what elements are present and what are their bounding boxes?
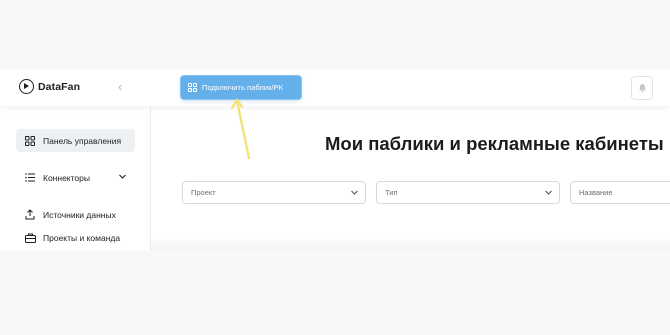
- main-content: Мои паблики и рекламные кабинеты Проект …: [151, 106, 670, 250]
- chevron-down-icon: [351, 190, 358, 195]
- select-placeholder: Проект: [191, 188, 216, 197]
- logo[interactable]: DataFan: [19, 79, 80, 94]
- chevron-down-icon[interactable]: [118, 172, 127, 181]
- sidebar-item-projects-team[interactable]: Проекты и команда: [16, 226, 135, 249]
- select-placeholder: Тип: [385, 188, 398, 197]
- chevron-down-icon: [545, 190, 552, 195]
- sidebar-item-label: Источники данных: [43, 209, 116, 220]
- datafan-logo-icon: [19, 79, 34, 94]
- logo-text: DataFan: [38, 80, 81, 93]
- input-placeholder: Название: [579, 188, 613, 197]
- name-filter-input[interactable]: Название: [570, 181, 670, 204]
- connect-public-button-label: Подключить паблик/РК: [202, 83, 283, 92]
- app-window: DataFan ‹ Подключить паблик/РК Панель уп…: [0, 70, 670, 250]
- bell-icon: [638, 83, 646, 93]
- sidebar-item-label: Панель управления: [43, 135, 122, 146]
- list-icon: [24, 172, 36, 184]
- notifications-button[interactable]: [631, 76, 653, 100]
- grid-add-icon: [188, 83, 197, 92]
- page-title: Мои паблики и рекламные кабинеты: [325, 133, 664, 154]
- grid-icon: [24, 135, 36, 147]
- sidebar-item-data-sources[interactable]: Источники данных: [16, 203, 135, 226]
- upload-icon: [24, 209, 36, 221]
- sidebar-item-label: Проекты и команда: [43, 232, 121, 243]
- briefcase-icon: [24, 232, 36, 244]
- sidebar-item-dashboard[interactable]: Панель управления: [16, 129, 135, 152]
- sidebar: Панель управления Коннекторы Источники д…: [0, 106, 151, 250]
- divider: [151, 237, 670, 250]
- top-bar: DataFan ‹ Подключить паблик/РК: [0, 70, 670, 106]
- sidebar-item-label: Коннекторы: [43, 172, 90, 183]
- sidebar-item-connectors[interactable]: Коннекторы: [16, 166, 135, 189]
- annotation-arrow-icon: [230, 98, 251, 160]
- project-filter-select[interactable]: Проект: [182, 181, 366, 204]
- chevron-left-icon[interactable]: ‹: [118, 80, 122, 94]
- type-filter-select[interactable]: Тип: [376, 181, 560, 204]
